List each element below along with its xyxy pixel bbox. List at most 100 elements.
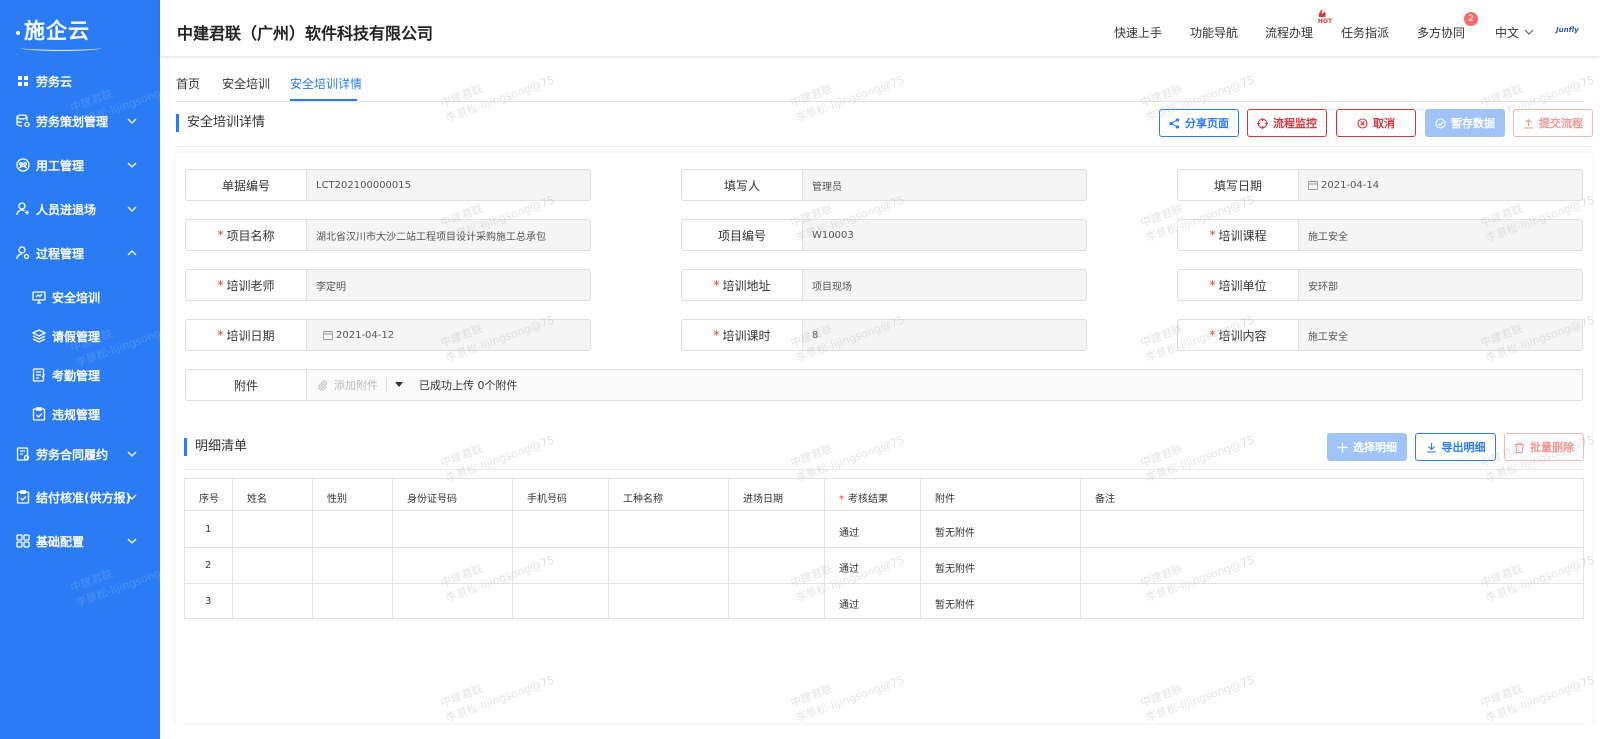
top-header: 中建君联（广州）软件科技有限公司 快速上手 HOT 功能导航 流程办理 2 任务… — [160, 0, 1600, 56]
tab-safety-training[interactable]: 安全培训 — [222, 75, 270, 92]
save-draft-label: 暂存数据 — [1451, 117, 1495, 130]
caret-down-icon[interactable] — [395, 382, 403, 388]
sidebar-item-labor-cloud[interactable]: 劳务云 — [0, 66, 160, 96]
hours-value[interactable]: 8 — [803, 320, 1086, 350]
unit-value[interactable]: 安环部 — [1299, 270, 1582, 300]
sidebar-item-safety-training[interactable]: 安全培训 — [0, 282, 160, 312]
export-detail-label: 导出明细 — [1441, 441, 1486, 454]
content-value[interactable]: 施工安全 — [1299, 320, 1582, 350]
check-circle-icon — [1435, 117, 1446, 129]
chevron-down-icon — [127, 538, 137, 544]
row-1-attachment[interactable]: 暂无附件 — [935, 524, 975, 539]
project-name-value[interactable]: 湖北省汉川市大沙二站工程项目设计采购施工总承包 — [307, 220, 590, 250]
content-field[interactable]: * 培训内容 施工安全 — [1177, 319, 1583, 351]
training-icon — [32, 290, 46, 304]
teacher-field[interactable]: * 培训老师 李定明 — [185, 269, 591, 301]
submit-process-button[interactable]: 提交流程 — [1513, 109, 1593, 137]
col-divider — [392, 478, 393, 619]
calendar-icon — [1308, 180, 1318, 190]
course-field[interactable]: * 培训课程 施工安全 — [1177, 219, 1583, 251]
clipboard-check-icon — [32, 407, 46, 421]
tab-home[interactable]: 首页 — [176, 75, 200, 92]
close-circle-icon — [1357, 117, 1368, 129]
sidebar-item-label: 过程管理 — [36, 246, 85, 261]
teacher-value[interactable]: 李定明 — [307, 270, 590, 300]
row-3-result[interactable]: 通过 — [839, 596, 859, 611]
company-name: 中建君联（广州）软件科技有限公司 — [177, 24, 434, 43]
cancel-button[interactable]: 取消 — [1336, 109, 1416, 137]
logo-dot — [16, 31, 20, 35]
detail-list-title: 明细清单 — [184, 438, 247, 456]
project-no-value: W10003 — [812, 229, 854, 241]
doc-no-value: LCT202100000015 — [316, 179, 412, 191]
sidebar-item-label: 劳务云 — [36, 74, 73, 89]
sidebar-item-settlement[interactable]: 结付核准(供方报) — [0, 482, 160, 512]
row-3-attachment[interactable]: 暂无附件 — [935, 596, 975, 611]
train-date-value: 2021-04-12 — [336, 329, 395, 341]
nav-function-guide[interactable]: 功能导航 — [1190, 24, 1238, 41]
sidebar-item-personnel-in-out[interactable]: 人员进退场 — [0, 194, 160, 224]
page-title: 安全培训详情 — [176, 114, 265, 132]
sidebar-item-leave[interactable]: 请假管理 — [0, 321, 160, 351]
sidebar-item-basic-config[interactable]: 基础配置 — [0, 526, 160, 556]
row-1-result[interactable]: 通过 — [839, 524, 859, 539]
select-detail-button[interactable]: 选择明细 — [1327, 433, 1407, 461]
col-divider — [1080, 478, 1081, 619]
app-logo[interactable]: 施企云 — [0, 0, 160, 60]
nav-quick-start[interactable]: 快速上手 — [1114, 24, 1162, 41]
share-page-button[interactable]: 分享页面 — [1159, 109, 1239, 137]
chevron-down-icon — [127, 494, 137, 500]
chevron-down-icon — [127, 206, 137, 212]
column-header-trade: 工种名称 — [623, 494, 663, 505]
add-attachment-button[interactable]: 添加附件 — [334, 377, 378, 393]
database-icon — [16, 114, 30, 128]
tab-safety-training-detail[interactable]: 安全培训详情 — [290, 75, 362, 92]
nav-multi-collab[interactable]: 多方协同 — [1417, 24, 1465, 41]
batch-delete-button[interactable]: 批量删除 — [1504, 433, 1584, 461]
train-date-field[interactable]: * 培训日期 2021-04-12 — [185, 319, 591, 351]
target-icon — [1257, 117, 1268, 129]
sidebar-item-violation[interactable]: 违规管理 — [0, 399, 160, 429]
sidebar-item-labor-contract[interactable]: 劳务合同履约 — [0, 439, 160, 469]
chevron-down-icon[interactable] — [1524, 27, 1534, 37]
row-2-result[interactable]: 通过 — [839, 560, 859, 575]
hours-field[interactable]: * 培训课时 8 — [681, 319, 1087, 351]
language-select[interactable]: 中文 — [1495, 24, 1519, 41]
chevron-down-icon — [127, 118, 137, 124]
grid-icon — [16, 74, 30, 88]
address-field[interactable]: * 培训地址 项目现场 — [681, 269, 1087, 301]
process-monitor-button[interactable]: 流程监控 — [1247, 109, 1327, 137]
col-divider — [232, 478, 233, 619]
nav-task-assign[interactable]: 任务指派 — [1341, 24, 1389, 41]
sidebar-item-labor-planning[interactable]: 劳务策划管理 — [0, 106, 160, 136]
column-header-entry-date: 进场日期 — [743, 494, 783, 505]
user-settings-icon — [16, 246, 30, 260]
row-2-attachment[interactable]: 暂无附件 — [935, 560, 975, 575]
sidebar: 施企云 劳务云 劳务策划管理 用工管理 人员进退场 过程管理 安全培训 请假管理… — [0, 0, 160, 739]
train-date-value-wrap[interactable]: 2021-04-12 — [307, 320, 590, 350]
sidebar-item-attendance[interactable]: 考勤管理 — [0, 360, 160, 390]
export-detail-button[interactable]: 导出明细 — [1415, 433, 1496, 461]
hours-label: * 培训课时 — [682, 320, 803, 350]
title-divider — [176, 146, 1592, 147]
content-label: * 培训内容 — [1178, 320, 1299, 350]
sidebar-item-label: 考勤管理 — [52, 368, 101, 383]
notification-badge: 2 — [1464, 12, 1478, 26]
document-edit-icon — [32, 368, 46, 382]
chevron-down-icon — [127, 451, 137, 457]
course-value[interactable]: 施工安全 — [1299, 220, 1582, 250]
attachment-status: 已成功上传 0个附件 — [419, 379, 518, 392]
contract-icon — [16, 447, 30, 461]
address-value[interactable]: 项目现场 — [803, 270, 1086, 300]
brand-logo[interactable]: Junfly — [1556, 26, 1579, 34]
logo-text: 施企云 — [20, 15, 102, 51]
save-draft-button[interactable]: 暂存数据 — [1425, 109, 1505, 137]
col-divider — [824, 478, 825, 619]
tabs-divider — [176, 101, 1584, 102]
sidebar-item-process-management[interactable]: 过程管理 — [0, 238, 160, 268]
nav-process-handling[interactable]: 流程办理 — [1265, 24, 1313, 41]
project-name-field[interactable]: * 项目名称 湖北省汉川市大沙二站工程项目设计采购施工总承包 — [185, 219, 591, 251]
sidebar-item-employment[interactable]: 用工管理 — [0, 150, 160, 180]
attachment-controls: 添加附件 已成功上传 0个附件 — [307, 370, 518, 400]
unit-field[interactable]: * 培训单位 安环部 — [1177, 269, 1583, 301]
